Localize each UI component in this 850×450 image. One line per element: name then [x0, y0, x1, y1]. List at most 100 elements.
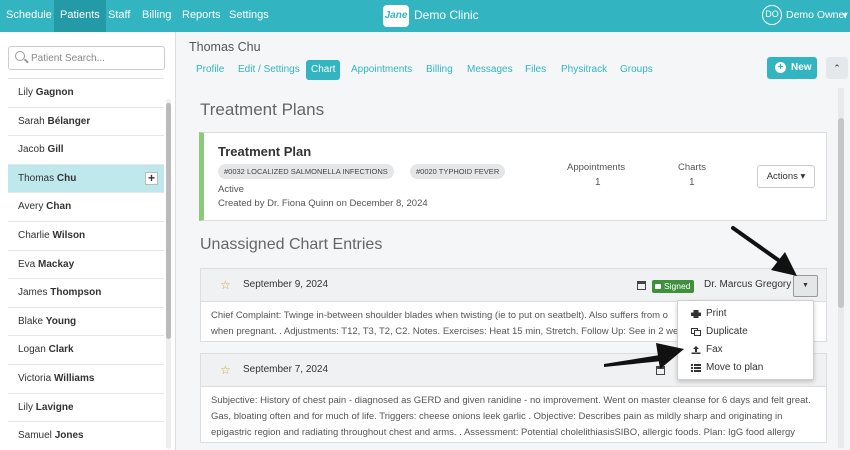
calendar-icon[interactable] [637, 281, 646, 290]
patient-first-name: Logan [18, 344, 46, 356]
plan-status: Active [218, 184, 244, 195]
tab-profile[interactable]: Profile [191, 60, 229, 80]
patient-last-name: Williams [53, 372, 95, 384]
patient-last-name: Clark [48, 344, 74, 356]
chevron-down-icon[interactable]: ▼ [841, 0, 849, 31]
list-item[interactable]: Victoria Williams [8, 365, 164, 394]
treatment-plans-heading: Treatment Plans [200, 100, 325, 119]
list-item[interactable]: James Thompson [8, 279, 164, 308]
menu-item-label: Fax [706, 344, 723, 355]
chart-entry-body[interactable]: Subjective: History of chest pain - diag… [200, 387, 827, 443]
list-item[interactable]: Charlie Wilson [8, 222, 164, 251]
patient-last-name: Mackay [38, 258, 75, 270]
nav-billing[interactable]: Billing [136, 0, 177, 32]
list-item[interactable]: Logan Clark [8, 336, 164, 365]
patient-first-name: Sarah [18, 115, 45, 127]
list-item[interactable]: Blake Young [8, 308, 164, 337]
list-item[interactable]: Jacob Gill [8, 136, 164, 165]
patient-last-name: Gill [47, 144, 64, 156]
list-item[interactable]: Avery Chan [8, 193, 164, 222]
list-item[interactable]: Samuel Jones [8, 422, 164, 450]
nav-schedule[interactable]: Schedule [0, 0, 58, 32]
patient-first-name: James [18, 287, 48, 299]
tab-billing[interactable]: Billing [421, 60, 458, 80]
list-item[interactable]: Sarah Bélanger [8, 108, 164, 137]
nav-settings[interactable]: Settings [223, 0, 275, 32]
main-scrollbar[interactable] [838, 88, 844, 448]
patient-last-name: Young [45, 315, 77, 327]
tab-files[interactable]: Files [520, 60, 551, 80]
list-item-selected[interactable]: Thomas Chu + [8, 164, 164, 194]
list-icon [691, 364, 701, 372]
sidebar-scroll-thumb[interactable] [166, 103, 171, 339]
charts-count: 1 [689, 177, 695, 188]
star-icon[interactable]: ☆ [220, 278, 231, 292]
menu-item-print[interactable]: Print [678, 305, 815, 323]
list-item[interactable]: Lily Lavigne [8, 394, 164, 423]
entry-date: September 7, 2024 [243, 364, 329, 375]
patient-first-name: Eva [18, 258, 36, 270]
tab-messages[interactable]: Messages [462, 60, 518, 80]
signed-label: Signed [664, 281, 691, 291]
menu-item-label: Move to plan [706, 362, 764, 373]
annotation-arrow-icon [731, 226, 797, 276]
entry-action-menu: Print Duplicate Fax Move to plan [677, 300, 814, 380]
status-badge: Signed [652, 280, 695, 293]
actions-button[interactable]: Actions ▾ [757, 165, 815, 188]
page-title: Thomas Chu [189, 40, 261, 54]
patient-search-box[interactable] [8, 46, 165, 70]
nav-patients[interactable]: Patients [54, 0, 106, 32]
plan-title: Treatment Plan [218, 144, 312, 159]
patient-last-name: Wilson [52, 229, 86, 241]
patient-first-name: Thomas [18, 172, 55, 184]
list-item[interactable]: Eva Mackay [8, 251, 164, 280]
menu-item-label: Print [706, 308, 727, 319]
tab-physitrack[interactable]: Physitrack [556, 60, 612, 80]
plus-icon: + [775, 62, 786, 73]
patient-first-name: Blake [18, 315, 44, 327]
collapse-icon[interactable]: ⌃ [826, 57, 848, 79]
patient-first-name: Charlie [18, 229, 50, 241]
patient-first-name: Victoria [18, 372, 52, 384]
entry-text-line: Gas, bloating often and for much of life… [211, 411, 783, 422]
patient-first-name: Lily [18, 401, 34, 413]
nav-reports[interactable]: Reports [176, 0, 227, 32]
add-icon[interactable]: + [145, 171, 158, 185]
print-icon [691, 310, 701, 318]
sidebar-scrollbar[interactable] [166, 99, 171, 449]
annotation-arrow-icon [604, 343, 684, 369]
menu-item-label: Duplicate [706, 326, 748, 337]
main-scroll-thumb[interactable] [838, 118, 844, 308]
nav-staff[interactable]: Staff [102, 0, 136, 32]
treatment-plan-card[interactable]: Treatment Plan #0032 LOCALIZED SALMONELL… [199, 132, 827, 221]
menu-item-move-to-plan[interactable]: Move to plan [678, 359, 815, 377]
logo-icon[interactable]: Jane [383, 5, 409, 27]
patient-sidebar: Lily Gagnon Sarah Bélanger Jacob Gill Th… [0, 32, 176, 450]
appointments-count: 1 [595, 177, 601, 188]
upload-icon [691, 346, 701, 354]
tab-appointments[interactable]: Appointments [346, 60, 417, 80]
star-icon[interactable]: ☆ [220, 363, 231, 377]
patient-last-name: Chan [46, 201, 72, 213]
diagnosis-tag: #0032 LOCALIZED SALMONELLA INFECTIONS [218, 164, 394, 179]
new-button[interactable]: + New [767, 57, 817, 79]
search-icon [15, 51, 25, 61]
tab-edit-settings[interactable]: Edit / Settings [233, 60, 305, 80]
top-nav-bar: Schedule Patients Staff Billing Reports … [0, 0, 850, 32]
patient-last-name: Jones [54, 430, 84, 442]
list-item[interactable]: Lily Gagnon [8, 79, 164, 108]
patient-last-name: Chu [56, 172, 77, 184]
patient-first-name: Avery [18, 201, 44, 213]
avatar[interactable]: DO [762, 5, 782, 25]
patient-last-name: Thompson [50, 287, 102, 299]
user-menu[interactable]: Demo Owner [786, 0, 848, 31]
tab-groups[interactable]: Groups [615, 60, 658, 80]
menu-item-duplicate[interactable]: Duplicate [678, 323, 815, 341]
tab-chart[interactable]: Chart [306, 60, 341, 80]
diagnosis-tag: #0020 TYPHOID FEVER [410, 164, 506, 179]
patient-first-name: Samuel [18, 430, 52, 442]
patient-first-name: Lily [18, 87, 34, 98]
plan-created: Created by Dr. Fiona Quinn on December 8… [218, 198, 428, 209]
menu-item-fax[interactable]: Fax [678, 341, 815, 359]
search-input[interactable] [31, 49, 161, 67]
